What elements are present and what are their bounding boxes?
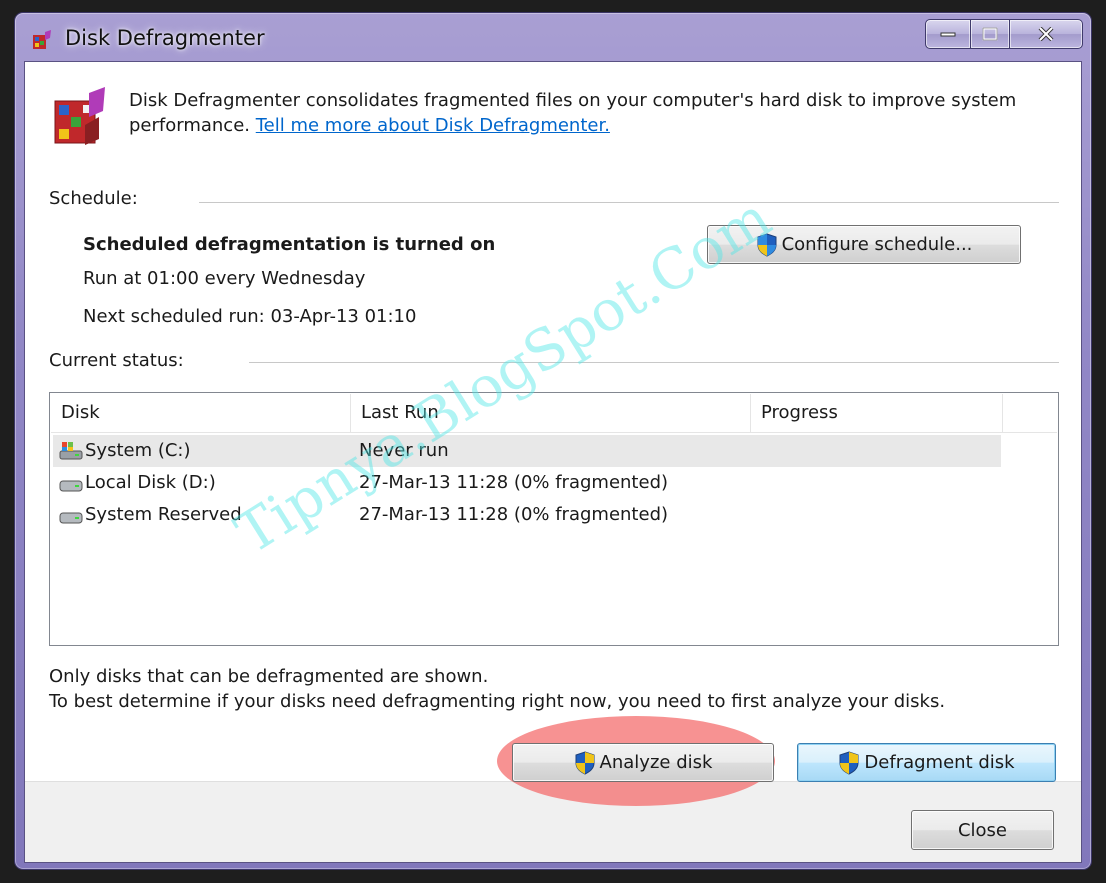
intro-description: Disk Defragmenter consolidates fragmente… [129,88,1029,138]
hard-drive-icon [59,512,83,524]
uac-shield-icon [757,232,777,257]
window-title: Disk Defragmenter [65,26,265,50]
minimize-icon [940,32,956,37]
minimize-button[interactable] [925,19,971,49]
caption-buttons [925,19,1083,51]
configure-schedule-button[interactable]: Configure schedule... [707,225,1021,264]
disk-name: Local Disk (D:) [85,472,216,493]
dialog-body: Disk Defragmenter consolidates fragmente… [24,61,1082,863]
info-text: Only disks that can be defragmented are … [49,664,945,714]
disk-name: System (C:) [85,440,191,461]
disk-defragmenter-window: Disk Defragmenter Disk Defragmenter cons… [14,12,1092,870]
disk-name: System Reserved [85,504,242,525]
defragment-disk-button[interactable]: Defragment disk [797,743,1056,782]
schedule-status: Scheduled defragmentation is turned on [83,234,496,255]
close-icon [1038,27,1054,41]
column-progress[interactable]: Progress [751,394,1003,432]
schedule-divider [199,202,1059,203]
disk-last-run: Never run [359,440,449,461]
close-window-button[interactable] [1010,19,1083,49]
info-line-2: To best determine if your disks need def… [49,691,946,712]
configure-schedule-label: Configure schedule... [781,234,973,255]
info-line-1: Only disks that can be defragmented are … [49,666,489,687]
current-status-divider [249,362,1059,363]
maximize-icon [982,27,998,41]
next-scheduled-run: Next scheduled run: 03-Apr-13 01:10 [83,306,417,327]
disk-last-run: 27-Mar-13 11:28 (0% fragmented) [359,504,669,525]
defragmenter-icon [54,87,105,145]
defragment-disk-label: Defragment disk [864,752,1015,773]
schedule-run-at: Run at 01:00 every Wednesday [83,268,366,289]
hard-drive-icon [59,480,83,492]
disk-list[interactable]: Disk Last Run Progress System (C:) Never… [49,392,1059,646]
column-disk[interactable]: Disk [51,394,351,432]
disk-row[interactable]: System (C:) Never run [53,435,1001,467]
analyze-disk-button[interactable]: Analyze disk [512,743,774,782]
disk-row[interactable]: Local Disk (D:) 27-Mar-13 11:28 (0% frag… [53,467,1001,499]
schedule-label: Schedule: [49,188,138,209]
system-drive-icon [59,442,83,460]
defrag-app-icon [33,30,51,49]
learn-more-link[interactable]: Tell me more about Disk Defragmenter. [256,115,610,136]
disk-last-run: 27-Mar-13 11:28 (0% fragmented) [359,472,669,493]
disk-row[interactable]: System Reserved 27-Mar-13 11:28 (0% frag… [53,499,1001,531]
title-bar[interactable]: Disk Defragmenter [15,13,1091,61]
close-button[interactable]: Close [911,810,1054,850]
uac-shield-icon [839,750,859,775]
analyze-disk-label: Analyze disk [599,752,713,773]
disk-list-header: Disk Last Run Progress [51,394,1057,433]
current-status-label: Current status: [49,350,184,371]
column-last-run[interactable]: Last Run [351,394,751,432]
uac-shield-icon [575,750,595,775]
maximize-button[interactable] [971,19,1010,49]
